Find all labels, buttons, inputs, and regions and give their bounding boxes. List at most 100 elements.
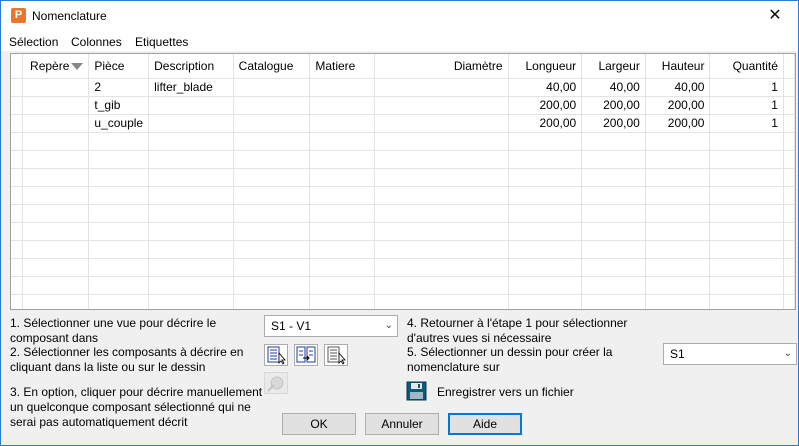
row-header[interactable] xyxy=(11,276,24,295)
table-cell[interactable] xyxy=(508,186,583,205)
table-cell[interactable]: 200,00 xyxy=(645,114,711,133)
table-cell[interactable] xyxy=(645,276,711,295)
row-header[interactable] xyxy=(11,168,24,187)
table-cell[interactable] xyxy=(374,276,509,295)
table-cell[interactable] xyxy=(148,276,234,295)
table-cell[interactable] xyxy=(22,204,90,223)
table-cell[interactable] xyxy=(309,132,375,151)
table-cell[interactable] xyxy=(709,240,784,259)
table-cell[interactable] xyxy=(22,96,90,115)
table-cell[interactable] xyxy=(88,276,150,295)
table-cell[interactable] xyxy=(148,114,234,133)
table-cell[interactable] xyxy=(374,186,509,205)
table-cell[interactable] xyxy=(233,240,311,259)
table-cell[interactable] xyxy=(645,294,711,309)
table-cell[interactable] xyxy=(233,150,311,169)
table-cell[interactable] xyxy=(233,132,311,151)
table-cell[interactable] xyxy=(88,186,150,205)
table-cell[interactable]: u_couple xyxy=(88,114,150,133)
cancel-button[interactable]: Annuler xyxy=(365,413,439,435)
table-cell[interactable]: 200,00 xyxy=(645,96,711,115)
select-in-drawing-button[interactable] xyxy=(294,344,318,366)
table-cell[interactable] xyxy=(22,240,90,259)
col-header-matiere[interactable]: Matiere xyxy=(309,54,375,79)
table-row[interactable] xyxy=(11,150,795,169)
table-row[interactable]: u_couple 200,00 200,00 200,00 1 xyxy=(11,114,795,133)
table-cell[interactable] xyxy=(581,186,646,205)
table-cell[interactable] xyxy=(581,276,646,295)
table-cell[interactable] xyxy=(709,276,784,295)
menu-selection[interactable]: Sélection xyxy=(9,35,58,49)
table-cell[interactable] xyxy=(581,132,646,151)
table-cell[interactable] xyxy=(309,240,375,259)
table-cell[interactable] xyxy=(508,222,583,241)
table-cell[interactable] xyxy=(22,276,90,295)
table-cell[interactable] xyxy=(233,204,311,223)
col-header-largeur[interactable]: Largeur xyxy=(581,54,646,79)
table-row[interactable] xyxy=(11,132,795,151)
row-header[interactable] xyxy=(11,186,24,205)
row-header[interactable] xyxy=(11,96,24,115)
view-select[interactable]: S1 - V1 ⌄ xyxy=(264,315,398,337)
col-header-hauteur[interactable]: Hauteur xyxy=(645,54,711,79)
table-row[interactable]: t_gib 200,00 200,00 200,00 1 xyxy=(11,96,795,115)
table-cell[interactable] xyxy=(645,222,711,241)
table-cell[interactable] xyxy=(148,294,234,309)
table-cell[interactable] xyxy=(374,96,509,115)
table-cell[interactable] xyxy=(22,294,90,309)
table-cell[interactable] xyxy=(309,186,375,205)
row-header[interactable] xyxy=(11,150,24,169)
table-cell[interactable] xyxy=(645,204,711,223)
table-cell[interactable] xyxy=(88,222,150,241)
table-cell[interactable] xyxy=(374,222,509,241)
table-cell[interactable] xyxy=(709,222,784,241)
col-header-catalogue[interactable]: Catalogue xyxy=(233,54,311,79)
table-cell[interactable]: 1 xyxy=(709,114,784,133)
table-cell[interactable] xyxy=(309,114,375,133)
table-cell[interactable] xyxy=(309,294,375,309)
table-cell[interactable] xyxy=(645,132,711,151)
row-header[interactable] xyxy=(11,294,24,309)
table-cell[interactable]: 40,00 xyxy=(645,78,711,97)
col-header-quantite[interactable]: Quantité xyxy=(709,54,784,79)
table-cell[interactable] xyxy=(581,168,646,187)
table-cell[interactable] xyxy=(309,222,375,241)
table-cell[interactable] xyxy=(374,204,509,223)
menu-colonnes[interactable]: Colonnes xyxy=(71,35,122,49)
table-cell[interactable] xyxy=(233,168,311,187)
deselect-components-button[interactable] xyxy=(324,344,348,366)
table-cell[interactable]: lifter_blade xyxy=(148,78,234,97)
table-cell[interactable] xyxy=(148,132,234,151)
table-cell[interactable]: 200,00 xyxy=(581,96,646,115)
col-header-longueur[interactable]: Longueur xyxy=(508,54,583,79)
ok-button[interactable]: OK xyxy=(282,413,356,435)
table-cell[interactable] xyxy=(309,150,375,169)
row-header[interactable] xyxy=(11,114,24,133)
table-cell[interactable] xyxy=(309,168,375,187)
row-header[interactable] xyxy=(11,240,24,259)
col-header-repere[interactable]: Repère xyxy=(22,54,90,79)
manual-describe-button[interactable] xyxy=(264,372,288,394)
table-cell[interactable] xyxy=(148,222,234,241)
table-cell[interactable] xyxy=(709,168,784,187)
table-cell[interactable] xyxy=(309,276,375,295)
table-cell[interactable] xyxy=(148,96,234,115)
bom-grid[interactable]: Repère Pièce Description Catalogue Matie… xyxy=(10,53,796,310)
close-button[interactable]: ✕ xyxy=(752,1,798,31)
table-cell[interactable] xyxy=(374,258,509,277)
table-cell[interactable] xyxy=(508,258,583,277)
table-cell[interactable] xyxy=(88,132,150,151)
table-cell[interactable] xyxy=(709,258,784,277)
table-cell[interactable] xyxy=(22,78,90,97)
table-row[interactable] xyxy=(11,186,795,205)
table-cell[interactable] xyxy=(508,150,583,169)
table-cell[interactable] xyxy=(709,132,784,151)
table-cell[interactable] xyxy=(645,240,711,259)
table-cell[interactable] xyxy=(645,150,711,169)
table-cell[interactable] xyxy=(233,276,311,295)
table-cell[interactable] xyxy=(581,294,646,309)
table-row[interactable] xyxy=(11,240,795,259)
table-cell[interactable] xyxy=(374,114,509,133)
table-cell[interactable] xyxy=(22,168,90,187)
table-cell[interactable] xyxy=(374,132,509,151)
